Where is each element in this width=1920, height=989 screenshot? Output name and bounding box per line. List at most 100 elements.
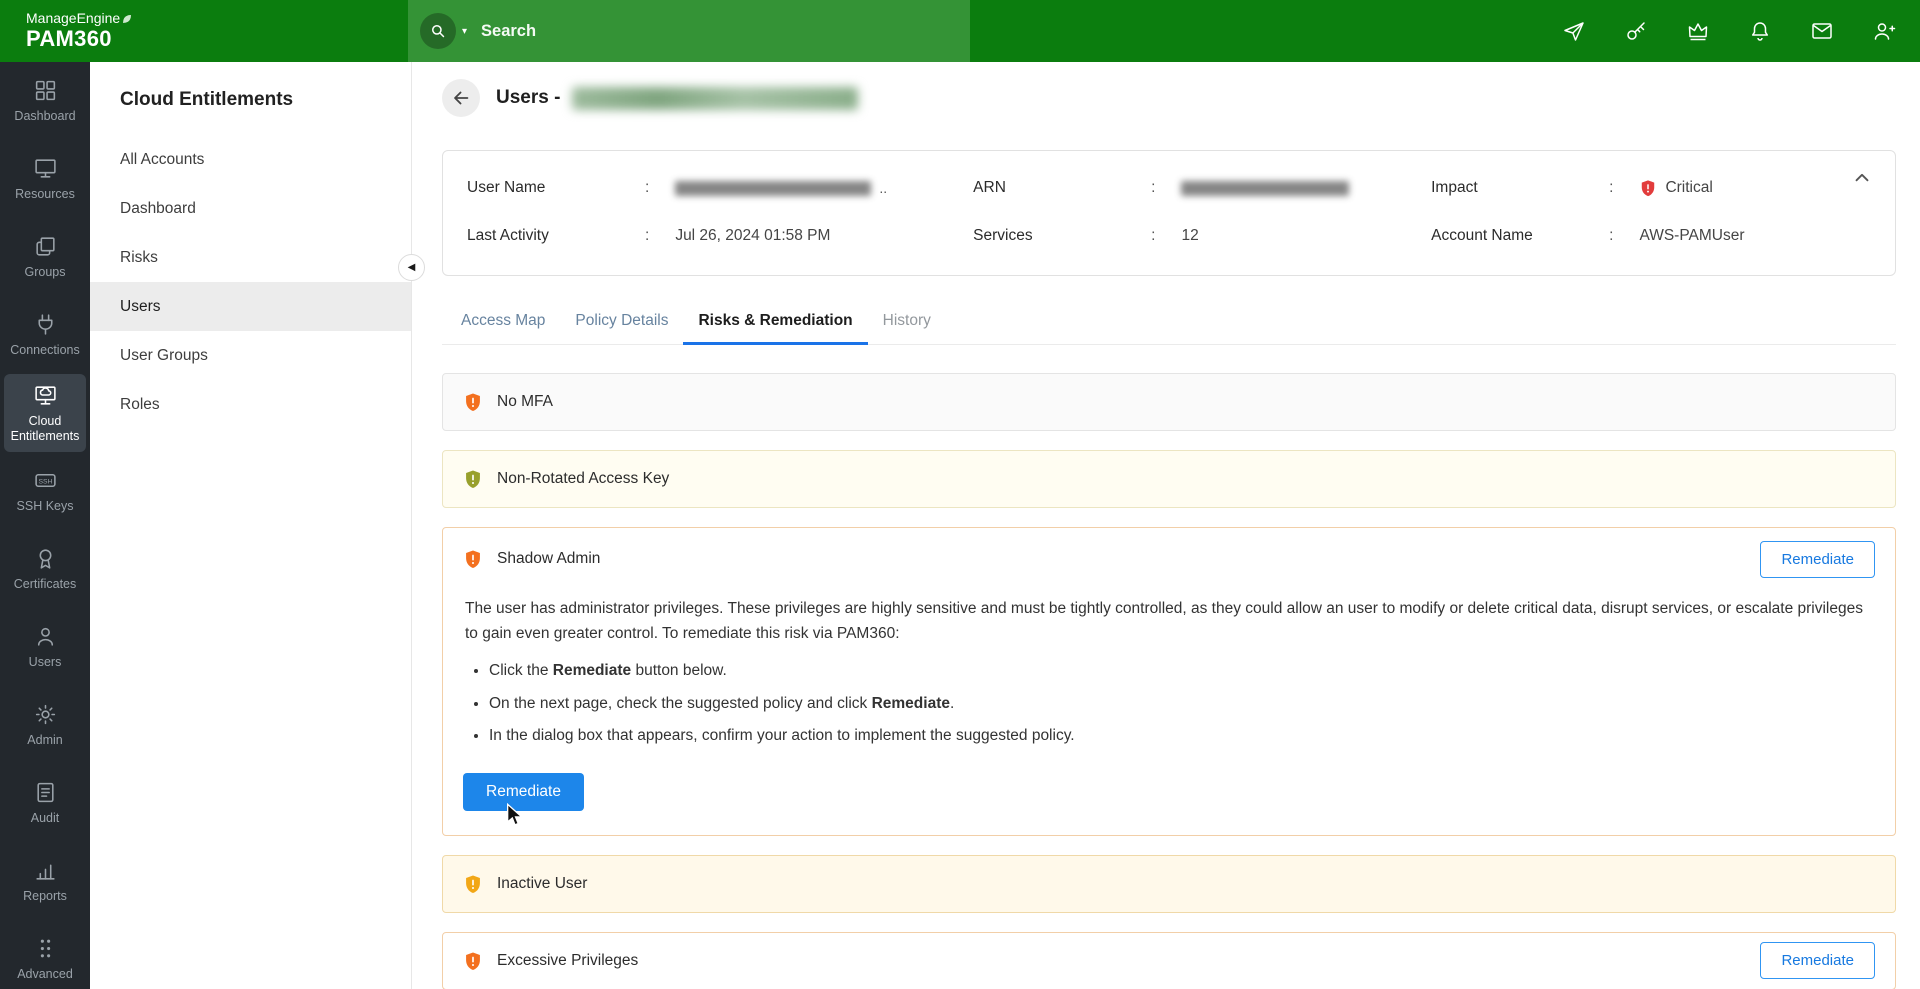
field-last-activity: Last Activity : Jul 26, 2024 01:58 PM	[467, 227, 973, 245]
sidebar-item-certificates[interactable]: Certificates	[4, 530, 86, 608]
tab-history[interactable]: History	[868, 302, 946, 345]
detail-tabs: Access Map Policy Details Risks & Remedi…	[442, 302, 1896, 345]
crown-icon[interactable]	[1686, 19, 1710, 43]
sidebar-item-users[interactable]: Users	[4, 608, 86, 686]
subsidebar-item-all-accounts[interactable]: All Accounts	[90, 135, 411, 184]
field-label: ARN	[973, 179, 1151, 197]
sidebar-item-advanced[interactable]: Advanced	[4, 920, 86, 989]
sidebar-item-cloud-entitlements[interactable]: Cloud Entitlements	[4, 374, 86, 452]
field-label: User Name	[467, 179, 645, 197]
field-colon: :	[1609, 227, 1613, 245]
cloud-entitlements-icon	[33, 383, 58, 408]
send-icon[interactable]	[1562, 19, 1586, 43]
redacted-user-identifier	[572, 87, 858, 110]
sidebar-item-label: Audit	[31, 811, 60, 825]
back-button[interactable]	[442, 79, 480, 117]
field-colon: :	[1151, 227, 1155, 245]
brand-logo[interactable]: ManageEngine PAM360	[0, 11, 408, 51]
bell-icon[interactable]	[1748, 19, 1772, 43]
sidebar-item-connections[interactable]: Connections	[4, 296, 86, 374]
subsidebar-item-user-groups[interactable]: User Groups	[90, 331, 411, 380]
summary-grid: User Name : .. ARN : Impact :	[467, 179, 1865, 245]
risk-card-non-rotated-access-key[interactable]: Non-Rotated Access Key	[442, 450, 1896, 508]
tab-risks-remediation[interactable]: Risks & Remediation	[683, 302, 867, 345]
remediation-step: Click the Remediate button below.	[489, 660, 1875, 682]
remediate-button-outline[interactable]: Remediate	[1760, 942, 1875, 979]
field-label: Services	[973, 227, 1151, 245]
chevron-down-icon[interactable]: ▾	[462, 26, 467, 37]
subsidebar-item-dashboard[interactable]: Dashboard	[90, 184, 411, 233]
sidebar-item-dashboard[interactable]: Dashboard	[4, 62, 86, 140]
risk-list: No MFA Non-Rotated Access Key Shadow Adm…	[442, 373, 1896, 989]
sidebar-item-label: Certificates	[14, 577, 77, 591]
global-search[interactable]: ▾	[408, 0, 970, 62]
ssh-keys-icon: SSH	[33, 468, 58, 493]
reports-icon	[33, 858, 58, 883]
field-services: Services : 12	[973, 227, 1431, 245]
search-scope-button[interactable]	[420, 13, 456, 49]
topbar-icons	[1562, 19, 1920, 43]
subsidebar-item-roles[interactable]: Roles	[90, 380, 411, 429]
remediate-button-outline[interactable]: Remediate	[1760, 541, 1875, 578]
risk-card-no-mfa[interactable]: No MFA	[442, 373, 1896, 431]
field-account-name: Account Name : AWS-PAMUser	[1431, 227, 1865, 245]
redacted-arn	[1181, 181, 1349, 196]
groups-icon	[33, 234, 58, 259]
warning-shield-icon	[463, 392, 483, 412]
mail-icon[interactable]	[1810, 19, 1834, 43]
sidebar-item-groups[interactable]: Groups	[4, 218, 86, 296]
sidebar-collapse-toggle[interactable]: ◀	[398, 254, 425, 281]
sidebar-item-label: Resources	[15, 187, 75, 201]
services-value: 12	[1181, 227, 1198, 245]
warning-shield-icon	[463, 951, 483, 971]
field-label: Last Activity	[467, 227, 645, 245]
connections-icon	[33, 312, 58, 337]
sidebar-item-resources[interactable]: Resources	[4, 140, 86, 218]
risk-title: Excessive Privileges	[497, 952, 638, 970]
tab-policy-details[interactable]: Policy Details	[560, 302, 683, 345]
search-icon	[429, 22, 447, 40]
field-label: Account Name	[1431, 227, 1609, 245]
sidebar-item-label: Connections	[10, 343, 80, 357]
back-arrow-icon	[450, 87, 472, 109]
impact-value-text: Critical	[1665, 179, 1712, 197]
user-summary-card: User Name : .. ARN : Impact :	[442, 150, 1896, 276]
sidebar-item-label: Cloud Entitlements	[4, 414, 86, 443]
warning-shield-icon	[463, 874, 483, 894]
subsidebar-title: Cloud Entitlements	[90, 62, 411, 135]
sidebar-item-label: SSH Keys	[17, 499, 74, 513]
risk-card-header[interactable]: Shadow Admin Remediate	[463, 528, 1875, 590]
sidebar-item-label: Dashboard	[14, 109, 75, 123]
tab-access-map[interactable]: Access Map	[446, 302, 560, 345]
subsidebar-item-users[interactable]: Users	[90, 282, 411, 331]
remediation-steps: Click the Remediate button below. On the…	[489, 660, 1875, 757]
sidebar-item-reports[interactable]: Reports	[4, 842, 86, 920]
sidebar-item-ssh-keys[interactable]: SSH SSH Keys	[4, 452, 86, 530]
sidebar-item-audit[interactable]: Audit	[4, 764, 86, 842]
field-colon: :	[1609, 179, 1613, 197]
sidebar-item-admin[interactable]: Admin	[4, 686, 86, 764]
key-icon[interactable]	[1624, 19, 1648, 43]
last-activity-value: Jul 26, 2024 01:58 PM	[675, 227, 830, 245]
admin-icon	[33, 702, 58, 727]
remediate-button-primary[interactable]: Remediate	[463, 773, 584, 811]
topbar: ManageEngine PAM360 ▾	[0, 0, 1920, 62]
subsidebar-item-risks[interactable]: Risks	[90, 233, 411, 282]
collapse-summary-button[interactable]	[1851, 167, 1873, 192]
risk-card-inactive-user[interactable]: Inactive User	[442, 855, 1896, 913]
field-user-name: User Name : ..	[467, 179, 973, 197]
add-user-icon[interactable]	[1872, 19, 1896, 43]
brand-pam360-text: PAM360	[26, 27, 408, 51]
step-text: .	[950, 695, 954, 712]
risk-title: No MFA	[497, 393, 553, 411]
risk-title: Non-Rotated Access Key	[497, 470, 669, 488]
redacted-user-name	[675, 181, 871, 196]
field-colon: :	[645, 227, 649, 245]
field-value	[1181, 181, 1349, 196]
risk-card-excessive-privileges[interactable]: Excessive Privileges Remediate	[442, 932, 1896, 989]
svg-text:SSH: SSH	[38, 479, 52, 486]
search-input[interactable]	[481, 22, 901, 41]
critical-shield-icon	[1639, 179, 1657, 197]
remediation-step: On the next page, check the suggested po…	[489, 693, 1875, 715]
page-title: Users -	[496, 87, 858, 110]
